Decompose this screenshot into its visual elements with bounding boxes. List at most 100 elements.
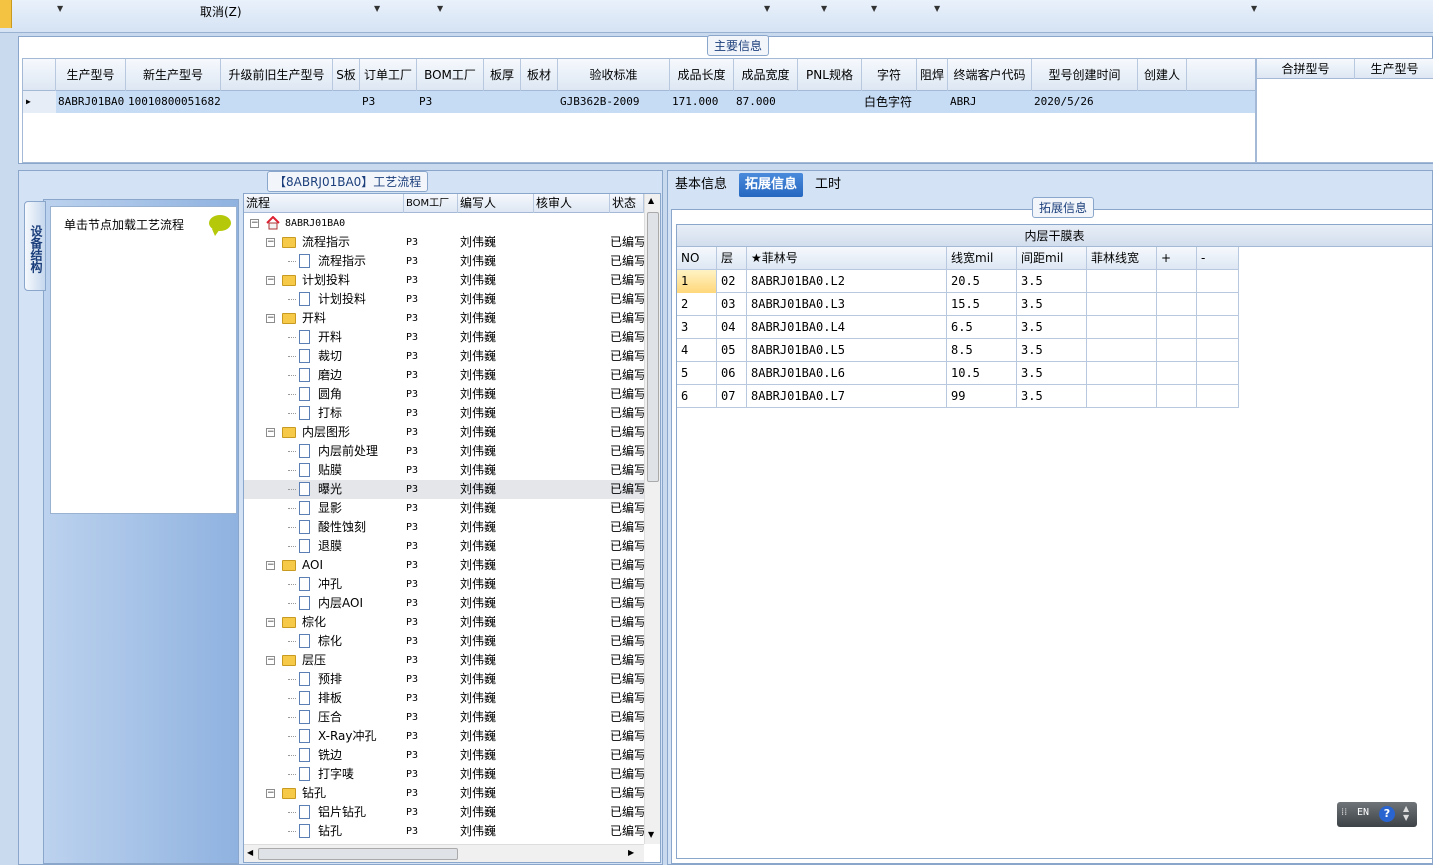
column-header[interactable]: -: [1197, 247, 1239, 270]
column-header[interactable]: 创建人: [1138, 59, 1187, 91]
column-header[interactable]: 型号创建时间: [1032, 59, 1138, 91]
tree-node[interactable]: 预排 P3 刘伟巍 已编写: [244, 670, 644, 689]
scroll-thumb[interactable]: [647, 212, 659, 482]
column-header[interactable]: 层: [717, 247, 747, 270]
column-header[interactable]: 核审人: [534, 194, 610, 213]
scroll-down-icon[interactable]: ▼: [648, 830, 654, 839]
tree-node[interactable]: − 计划投料 P3 刘伟巍 已编写: [244, 271, 644, 290]
table-cell[interactable]: [1157, 362, 1197, 385]
table-cell[interactable]: 3.5: [1017, 293, 1087, 316]
table-cell[interactable]: [1087, 385, 1157, 408]
tree-node[interactable]: 打标 P3 刘伟巍 已编写: [244, 404, 644, 423]
table-cell[interactable]: 8ABRJ01BA0.L2: [747, 270, 947, 293]
column-header[interactable]: 流程: [244, 194, 404, 213]
table-cell[interactable]: [1087, 293, 1157, 316]
column-header[interactable]: BOM工厂: [417, 59, 484, 91]
tree-node[interactable]: 圆角 P3 刘伟巍 已编写: [244, 385, 644, 404]
column-header[interactable]: 终端客户代码: [948, 59, 1032, 91]
table-cell[interactable]: 8ABRJ01BA0.L3: [747, 293, 947, 316]
table-cell[interactable]: [1197, 293, 1239, 316]
table-cell[interactable]: 15.5: [947, 293, 1017, 316]
dropdown-arrow-icon[interactable]: ▼: [934, 4, 940, 13]
table-cell[interactable]: 3.5: [1017, 339, 1087, 362]
tree-node[interactable]: − 钻孔 P3 刘伟巍 已编写: [244, 784, 644, 803]
tree-node[interactable]: 内层前处理 P3 刘伟巍 已编写: [244, 442, 644, 461]
table-cell[interactable]: 3.5: [1017, 316, 1087, 339]
column-header[interactable]: 验收标准: [558, 59, 670, 91]
table-cell[interactable]: P3: [360, 91, 417, 113]
table-cell[interactable]: 06: [717, 362, 747, 385]
tree-node[interactable]: 钻孔 P3 刘伟巍 已编写: [244, 822, 644, 841]
collapse-icon[interactable]: −: [266, 656, 275, 665]
column-header[interactable]: 状态: [610, 194, 644, 213]
column-header[interactable]: 阻焊: [917, 59, 948, 91]
tree-node[interactable]: − 开料 P3 刘伟巍 已编写: [244, 309, 644, 328]
tree-node[interactable]: 冲孔 P3 刘伟巍 已编写: [244, 575, 644, 594]
tree-node[interactable]: X-Ray冲孔 P3 刘伟巍 已编写: [244, 727, 644, 746]
grip-icon[interactable]: ⁞⁞: [1341, 807, 1347, 818]
column-header[interactable]: 新生产型号: [126, 59, 221, 91]
column-header[interactable]: 成品宽度: [734, 59, 798, 91]
table-cell[interactable]: 03: [717, 293, 747, 316]
table-cell[interactable]: 3.5: [1017, 362, 1087, 385]
column-header[interactable]: 成品长度: [670, 59, 734, 91]
tree-node[interactable]: 打字唛 P3 刘伟巍 已编写: [244, 765, 644, 784]
tree-node[interactable]: 开料 P3 刘伟巍 已编写: [244, 328, 644, 347]
table-cell[interactable]: [1138, 91, 1187, 113]
column-header[interactable]: 板厚: [484, 59, 521, 91]
tree-node[interactable]: 铝片钻孔 P3 刘伟巍 已编写: [244, 803, 644, 822]
tree-node[interactable]: 压合 P3 刘伟巍 已编写: [244, 708, 644, 727]
collapse-icon[interactable]: −: [266, 789, 275, 798]
dropdown-arrow-icon[interactable]: ▼: [57, 4, 63, 13]
tree-node[interactable]: 曝光 P3 刘伟巍 已编写: [244, 480, 644, 499]
table-cell[interactable]: 10010800051682: [126, 91, 221, 113]
tab-work-hours[interactable]: 工时: [809, 173, 847, 197]
dropdown-arrow-icon[interactable]: ▼: [374, 4, 380, 13]
tree-node[interactable]: 棕化 P3 刘伟巍 已编写: [244, 632, 644, 651]
table-cell[interactable]: [1157, 339, 1197, 362]
table-cell[interactable]: 白色字符: [862, 91, 917, 113]
table-cell[interactable]: [1197, 270, 1239, 293]
table-cell[interactable]: 8ABRJ01BA0: [56, 91, 126, 113]
tree-node[interactable]: 排板 P3 刘伟巍 已编写: [244, 689, 644, 708]
column-header[interactable]: +: [1157, 247, 1197, 270]
table-cell[interactable]: [1157, 316, 1197, 339]
table-cell[interactable]: [333, 91, 360, 113]
table-cell[interactable]: [1197, 385, 1239, 408]
table-cell[interactable]: [798, 91, 862, 113]
table-cell[interactable]: [1197, 339, 1239, 362]
table-cell[interactable]: P3: [417, 91, 484, 113]
column-header[interactable]: 字符: [862, 59, 917, 91]
dropdown-arrow-icon[interactable]: ▼: [821, 4, 827, 13]
ime-expand-icon[interactable]: ▲ ▼: [1403, 804, 1409, 822]
table-cell[interactable]: [521, 91, 558, 113]
table-cell[interactable]: [484, 91, 521, 113]
tree-node[interactable]: 计划投料 P3 刘伟巍 已编写: [244, 290, 644, 309]
table-cell[interactable]: 4: [677, 339, 717, 362]
column-header[interactable]: PNL规格: [798, 59, 862, 91]
table-cell[interactable]: [1087, 316, 1157, 339]
tree-node[interactable]: 流程指示 P3 刘伟巍 已编写: [244, 252, 644, 271]
table-cell[interactable]: 07: [717, 385, 747, 408]
table-cell[interactable]: GJB362B-2009: [558, 91, 670, 113]
table-cell[interactable]: 8ABRJ01BA0.L5: [747, 339, 947, 362]
tree-node[interactable]: 退膜 P3 刘伟巍 已编写: [244, 537, 644, 556]
cancel-button[interactable]: 取消(Z): [200, 3, 242, 20]
tab-extended-info[interactable]: 拓展信息: [739, 173, 804, 197]
scroll-thumb[interactable]: [258, 848, 458, 860]
column-header[interactable]: 生产型号: [56, 59, 126, 91]
table-cell[interactable]: 6: [677, 385, 717, 408]
table-cell[interactable]: 171.000: [670, 91, 734, 113]
tree-node[interactable]: 内层AOI P3 刘伟巍 已编写: [244, 594, 644, 613]
scroll-left-icon[interactable]: ◀: [247, 848, 253, 857]
column-header[interactable]: 编写人: [458, 194, 534, 213]
table-cell[interactable]: [1087, 270, 1157, 293]
column-header[interactable]: 订单工厂: [360, 59, 417, 91]
collapse-icon[interactable]: −: [250, 219, 259, 228]
table-cell[interactable]: 8ABRJ01BA0.L6: [747, 362, 947, 385]
tree-node[interactable]: − 流程指示 P3 刘伟巍 已编写: [244, 233, 644, 252]
help-icon[interactable]: ?: [1379, 806, 1395, 822]
column-header[interactable]: 板材: [521, 59, 558, 91]
table-cell[interactable]: [1157, 385, 1197, 408]
collapse-icon[interactable]: −: [266, 314, 275, 323]
